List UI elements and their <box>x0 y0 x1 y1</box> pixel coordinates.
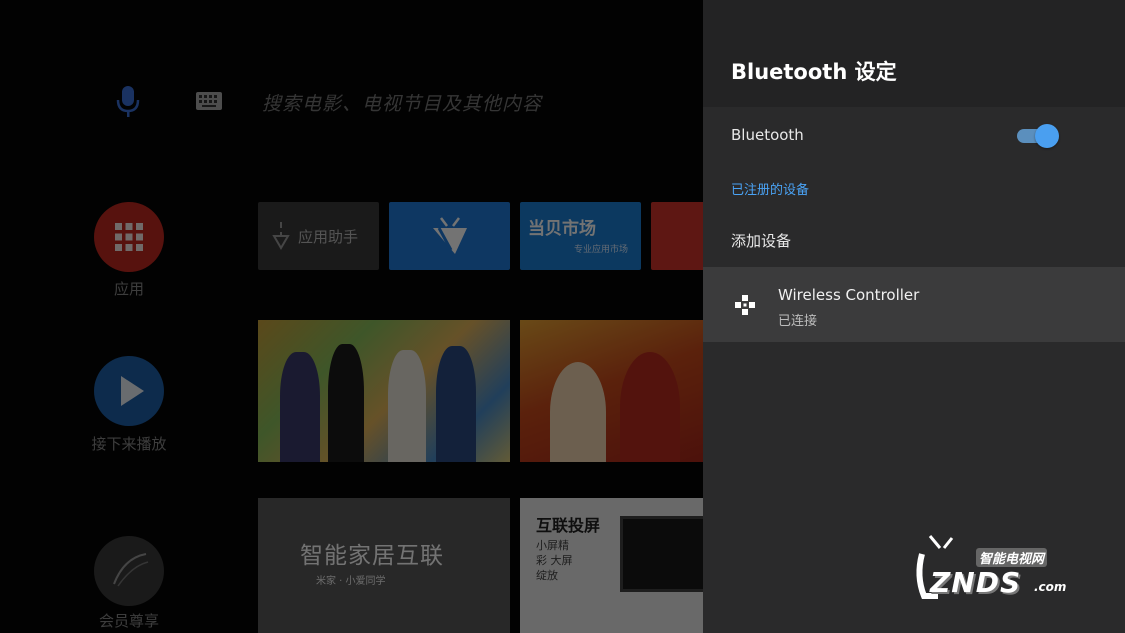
apps-button[interactable] <box>94 202 164 272</box>
panel-header: Bluetooth 设定 <box>703 0 1125 107</box>
panel-title: Bluetooth 设定 <box>731 60 897 84</box>
poster-title: 智能家居互联 <box>300 543 444 569</box>
play-icon <box>121 376 144 406</box>
poster-smart-home[interactable]: 智能家居互联 米家 · 小爱同学 <box>258 498 510 633</box>
vip-button[interactable] <box>94 536 164 606</box>
znds-watermark: 智能电视网 ZNDS .com <box>912 534 1080 604</box>
watermark-cn: 智能电视网 <box>976 548 1048 567</box>
app-tile-video[interactable] <box>389 202 510 270</box>
app-tile-sub: 专业应用市场 <box>574 245 629 255</box>
keyboard-icon[interactable] <box>196 92 222 110</box>
download-icon <box>272 222 290 250</box>
grid-icon <box>115 223 143 251</box>
device-row[interactable]: Wireless Controller 已连接 <box>703 267 1125 342</box>
poster-sub: 小屏精彩 大屏绽放 <box>536 539 573 582</box>
tv-app-icon <box>433 217 467 254</box>
search-hint[interactable]: 搜索电影、电视节目及其他内容 <box>262 89 542 116</box>
rail-label-apps: 应用 <box>113 280 144 298</box>
poster-sub: 米家 · 小爱同学 <box>316 576 386 587</box>
gamepad-icon <box>735 295 755 315</box>
app-tile-label: 应用助手 <box>298 228 359 246</box>
registered-devices-header: 已注册的设备 <box>731 183 810 198</box>
bluetooth-label[interactable]: Bluetooth <box>731 126 804 144</box>
poster-title: 互联投屏 <box>536 516 601 535</box>
play-next-button[interactable] <box>94 356 164 426</box>
toggle-knob <box>1035 124 1059 148</box>
device-name: Wireless Controller <box>778 286 920 304</box>
vip-logo-icon <box>113 553 149 587</box>
home-launcher: 搜索电影、电视节目及其他内容 应用 接下来播放 会员尊享 应用助手 当贝市场 专… <box>0 0 703 633</box>
poster-screen-cast[interactable]: 互联投屏 小屏精彩 大屏绽放 <box>520 498 703 633</box>
watermark-domain: .com <box>1034 580 1067 594</box>
app-tile-market[interactable]: 当贝市场 专业应用市场 <box>520 202 641 270</box>
bluetooth-toggle[interactable] <box>1017 124 1059 148</box>
app-tile-red[interactable] <box>651 202 703 270</box>
rail-label-vip: 会员尊享 <box>98 612 159 630</box>
poster-variety-show[interactable] <box>258 320 510 462</box>
poster-show[interactable] <box>520 320 703 462</box>
app-tile-label: 当贝市场 <box>528 219 596 239</box>
app-tile-assistant[interactable]: 应用助手 <box>258 202 379 270</box>
add-device-item[interactable]: 添加设备 <box>731 230 791 251</box>
microphone-icon[interactable] <box>114 84 142 118</box>
tv-image <box>620 516 703 592</box>
watermark-brand: ZNDS <box>930 566 1022 599</box>
device-status: 已连接 <box>778 314 818 329</box>
rail-label-play-next: 接下来播放 <box>91 435 167 453</box>
